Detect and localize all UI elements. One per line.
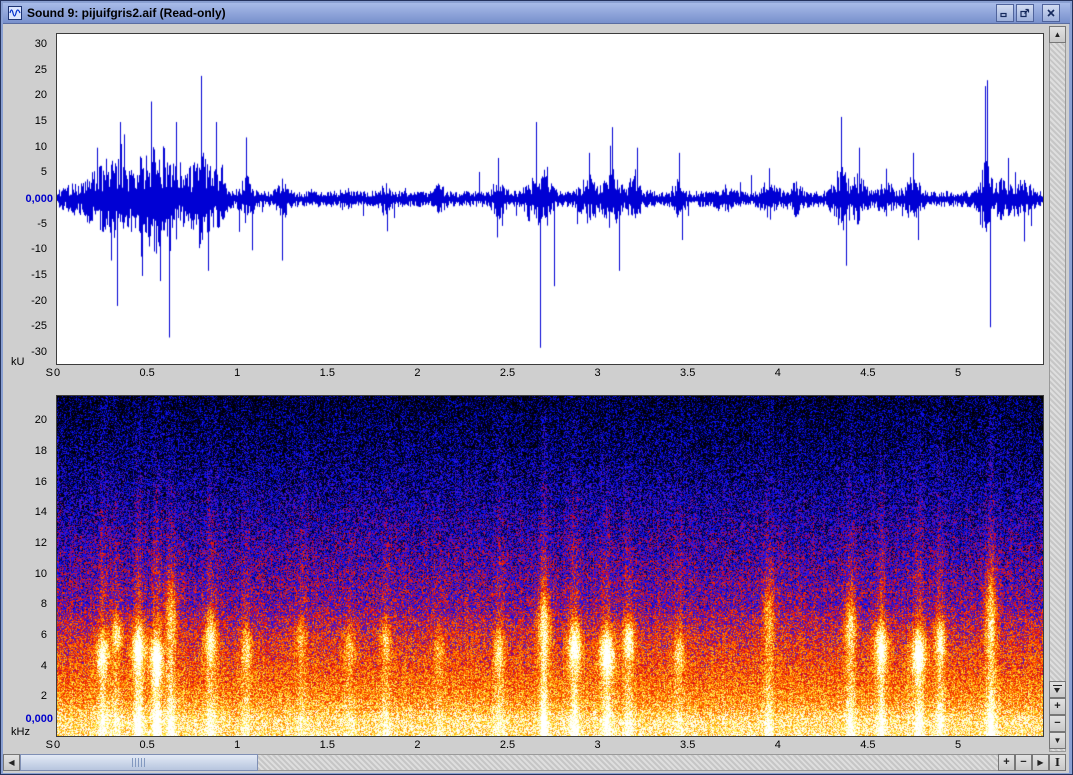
scroll-right-button[interactable]: ▶ — [1032, 754, 1049, 771]
x-tick-label: 3 — [594, 367, 601, 379]
split-pane-icon — [1053, 685, 1062, 694]
y-tick-label: 2 — [40, 690, 47, 703]
close-icon — [1047, 9, 1055, 17]
y-tick-label: 10 — [34, 567, 47, 580]
x-tick-label: 5 — [954, 367, 962, 379]
x-tick-label: 2.5 — [499, 739, 516, 751]
spectrogram-x-unit-label: S — [45, 739, 53, 751]
horizontal-scrollbar-thumb[interactable] — [20, 754, 258, 771]
x-tick-label: 0.5 — [139, 739, 155, 751]
scroll-down-button[interactable]: ▼ — [1049, 732, 1066, 749]
y-tick-label: -25 — [31, 320, 47, 333]
zoom-out-icon: − — [1054, 717, 1061, 729]
x-tick-label: 5 — [954, 739, 962, 751]
x-tick-label: 2 — [414, 739, 421, 751]
y-tick-label: 16 — [34, 475, 47, 488]
close-button[interactable] — [1042, 4, 1060, 22]
x-tick-label: 3.5 — [680, 739, 696, 751]
x-tick-label: 0 — [53, 367, 61, 379]
y-tick-label: 6 — [40, 629, 47, 642]
y-tick-label: 20 — [34, 89, 47, 102]
v-zoom-in-button[interactable]: + — [1049, 698, 1066, 715]
x-tick-label: 3.5 — [680, 367, 696, 379]
y-tick-label: -10 — [31, 243, 47, 256]
zoom-out-icon: − — [1020, 756, 1027, 768]
waveform-x-unit-label: S — [45, 367, 53, 379]
y-tick-label: -5 — [37, 217, 47, 230]
zoom-in-icon: + — [1054, 700, 1061, 712]
zoom-in-icon: + — [1003, 756, 1010, 768]
down-arrow-icon: ▼ — [1053, 735, 1062, 745]
y-tick-label: -15 — [31, 268, 47, 281]
x-tick-label: 0.5 — [139, 367, 155, 379]
x-tick-label: 3 — [594, 739, 601, 751]
app-window: Sound 9: pijuifgris2.aif (Read-only) 0,0… — [0, 0, 1073, 775]
spectrogram-y-unit-label: kHz — [11, 726, 30, 738]
up-arrow-icon: ▲ — [1053, 29, 1062, 39]
x-tick-label: 2.5 — [499, 367, 516, 379]
titlebar[interactable]: Sound 9: pijuifgris2.aif (Read-only) — [3, 3, 1070, 24]
x-tick-label: 1 — [234, 367, 241, 379]
y-tick-label: 4 — [40, 659, 47, 672]
maximize-icon — [1020, 8, 1030, 18]
sound-window-icon — [8, 6, 22, 20]
y-tick-label: 25 — [34, 63, 47, 76]
h-zoom-out-button[interactable]: − — [1015, 754, 1032, 771]
waveform-canvas[interactable] — [56, 33, 1044, 365]
x-tick-label: 4 — [774, 739, 781, 751]
scroll-up-button[interactable]: ▲ — [1049, 26, 1066, 43]
horizontal-scrollbar[interactable]: ◀ + − ▶ — [3, 754, 1049, 771]
x-tick-label: 1.5 — [319, 739, 335, 751]
y-tick-label: 15 — [34, 115, 47, 128]
y-tick-label: 30 — [34, 38, 47, 51]
y-tick-label: 14 — [34, 506, 47, 519]
y-tick-label: -20 — [31, 294, 47, 307]
maximize-button[interactable] — [1016, 4, 1034, 22]
waveform-y-unit-label: kU — [11, 356, 25, 368]
x-tick-label: 4.5 — [860, 367, 876, 379]
left-arrow-icon: ◀ — [8, 757, 15, 767]
spectrogram-canvas[interactable] — [56, 395, 1044, 737]
waveform-zero-label: 0,000 — [25, 193, 53, 205]
x-tick-label: 4 — [774, 367, 781, 379]
spectrogram-zero-label: 0,000 — [25, 713, 53, 725]
x-tick-label: 1.5 — [319, 367, 335, 379]
minimize-button[interactable] — [996, 4, 1014, 22]
y-tick-label: 12 — [34, 537, 47, 550]
scroll-left-button[interactable]: ◀ — [3, 754, 20, 771]
x-tick-label: 0 — [53, 739, 61, 751]
minimize-icon — [1000, 12, 1007, 18]
fit-vertical-button[interactable]: I — [1049, 754, 1066, 771]
split-pane-button[interactable] — [1049, 681, 1066, 698]
y-tick-label: -30 — [31, 345, 47, 358]
y-tick-label: 20 — [34, 414, 47, 427]
x-tick-label: 1 — [234, 739, 241, 751]
h-zoom-in-button[interactable]: + — [998, 754, 1015, 771]
x-tick-label: 4.5 — [860, 739, 876, 751]
fit-vertical-icon: I — [1054, 756, 1061, 769]
document-area: 0,000 kU S 0,000 kHz S 0 0.5 1 1.5 2 2.5 3 3.5 4… — [3, 24, 1069, 773]
right-arrow-icon: ▶ — [1037, 757, 1044, 767]
y-tick-label: 8 — [40, 598, 47, 611]
y-tick-label: 18 — [34, 445, 47, 458]
y-tick-label: 10 — [34, 140, 47, 153]
x-tick-label: 2 — [414, 367, 421, 379]
vertical-scrollbar[interactable]: ▲ + − ▼ — [1049, 26, 1066, 752]
v-zoom-out-button[interactable]: − — [1049, 715, 1066, 732]
window-title: Sound 9: pijuifgris2.aif (Read-only) — [27, 6, 226, 20]
y-tick-label: 5 — [40, 166, 47, 179]
